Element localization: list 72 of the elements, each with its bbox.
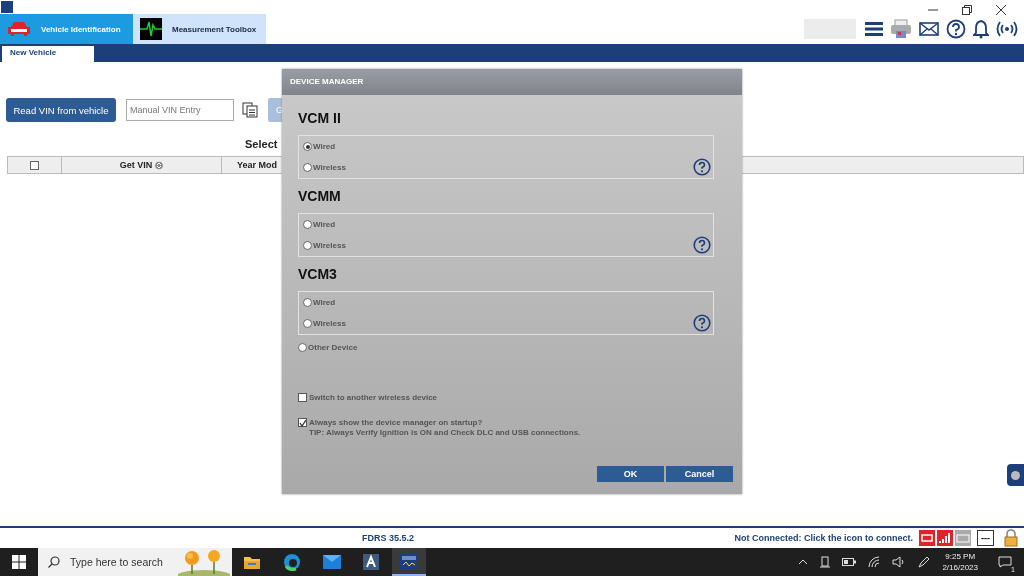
battery-icon[interactable] <box>842 558 857 566</box>
radio-option[interactable]: Wired <box>303 220 713 229</box>
speaker-icon[interactable] <box>892 556 907 568</box>
radio-button[interactable] <box>303 319 312 328</box>
radio-option[interactable]: Wireless <box>303 163 713 172</box>
device-heading: VCMM <box>298 188 342 206</box>
tip-text: TIP: Always Verify Ignition is ON and Check DLC and USB connections. <box>309 428 581 438</box>
browser-icon[interactable] <box>283 553 301 571</box>
pen-icon[interactable] <box>918 556 931 568</box>
signal-bars-icon[interactable] <box>937 530 953 546</box>
radio-option[interactable]: Other Device <box>298 343 714 352</box>
radio-option[interactable]: Wired <box>303 298 713 307</box>
cancel-button[interactable]: Cancel <box>666 466 733 482</box>
restore-icon[interactable] <box>962 5 972 15</box>
connection-status: Not Connected: Click the icon to connect. <box>734 533 913 543</box>
sub-tab[interactable]: New Vehicle <box>2 46 94 62</box>
vin-input-field[interactable]: Manual VIN Entry <box>126 99 234 121</box>
checkbox-option[interactable]: Switch to another wireless device <box>298 393 714 402</box>
radio-option[interactable]: Wireless <box>303 319 713 328</box>
close-icon[interactable] <box>996 5 1006 15</box>
radio-button[interactable] <box>303 142 312 151</box>
dialog-title: DEVICE MANAGER <box>282 69 742 95</box>
padlock-icon[interactable] <box>1004 529 1018 547</box>
taskbar-app[interactable] <box>392 548 426 576</box>
read-vin-button[interactable]: Read VIN from vehicle <box>6 98 116 122</box>
radio-option[interactable]: Wired <box>303 142 713 151</box>
sort-icon[interactable] <box>155 160 164 170</box>
help-icon[interactable] <box>693 158 711 176</box>
column-title: Get VIN <box>119 160 153 170</box>
car-icon <box>7 21 31 37</box>
device-heading: VCM3 <box>298 266 338 284</box>
select-all-checkbox[interactable] <box>30 160 39 170</box>
version-label: FDRS 35.5.2 <box>362 533 415 543</box>
radio-button[interactable] <box>303 298 312 307</box>
ok-button[interactable]: OK <box>597 466 664 482</box>
clock-date[interactable]: 2/16/2023 <box>942 562 978 573</box>
wifi-icon[interactable] <box>868 556 881 568</box>
search-icon <box>48 556 60 568</box>
checkbox[interactable] <box>298 418 307 427</box>
device-icon[interactable] <box>820 556 831 568</box>
device-heading: VCM II <box>298 110 342 128</box>
windows-start-icon[interactable] <box>12 555 26 569</box>
checkbox-label[interactable]: Always show the device manager on startup? <box>309 418 581 428</box>
connector-icon[interactable] <box>919 530 935 546</box>
radio-option[interactable]: Wireless <box>303 241 713 250</box>
bell-icon[interactable] <box>973 19 989 39</box>
waveform-icon <box>140 18 162 40</box>
section-heading: Select <box>245 138 278 150</box>
app-tab[interactable]: Measurement Toolbox <box>133 14 266 44</box>
help-icon[interactable] <box>693 314 711 332</box>
envelope-icon[interactable] <box>919 22 939 36</box>
status-indicator: --- <box>977 530 994 546</box>
taskbar-search-field[interactable]: Type here to search <box>38 548 232 576</box>
folder-icon[interactable] <box>243 554 261 570</box>
help-icon[interactable] <box>693 236 711 254</box>
app-logo-icon <box>1 1 13 13</box>
wireless-icon[interactable] <box>996 20 1018 38</box>
radio-button[interactable] <box>303 163 312 172</box>
chevron-up-icon[interactable] <box>798 559 809 565</box>
app-badge-icon <box>400 553 418 569</box>
clock-time[interactable]: 9:25 PM <box>945 551 976 562</box>
radio-button[interactable] <box>303 220 312 229</box>
radio-button[interactable] <box>303 241 312 250</box>
column-header[interactable]: Get VIN <box>62 157 222 173</box>
radio-button[interactable] <box>298 343 307 352</box>
printer-icon[interactable] <box>890 19 912 39</box>
letter-a-app-icon[interactable] <box>363 554 379 570</box>
side-handle-icon[interactable] <box>1007 464 1024 486</box>
documents-icon[interactable] <box>242 102 258 118</box>
help-icon[interactable] <box>946 19 966 39</box>
menu-icon[interactable] <box>865 22 883 36</box>
checkbox[interactable] <box>298 393 307 402</box>
